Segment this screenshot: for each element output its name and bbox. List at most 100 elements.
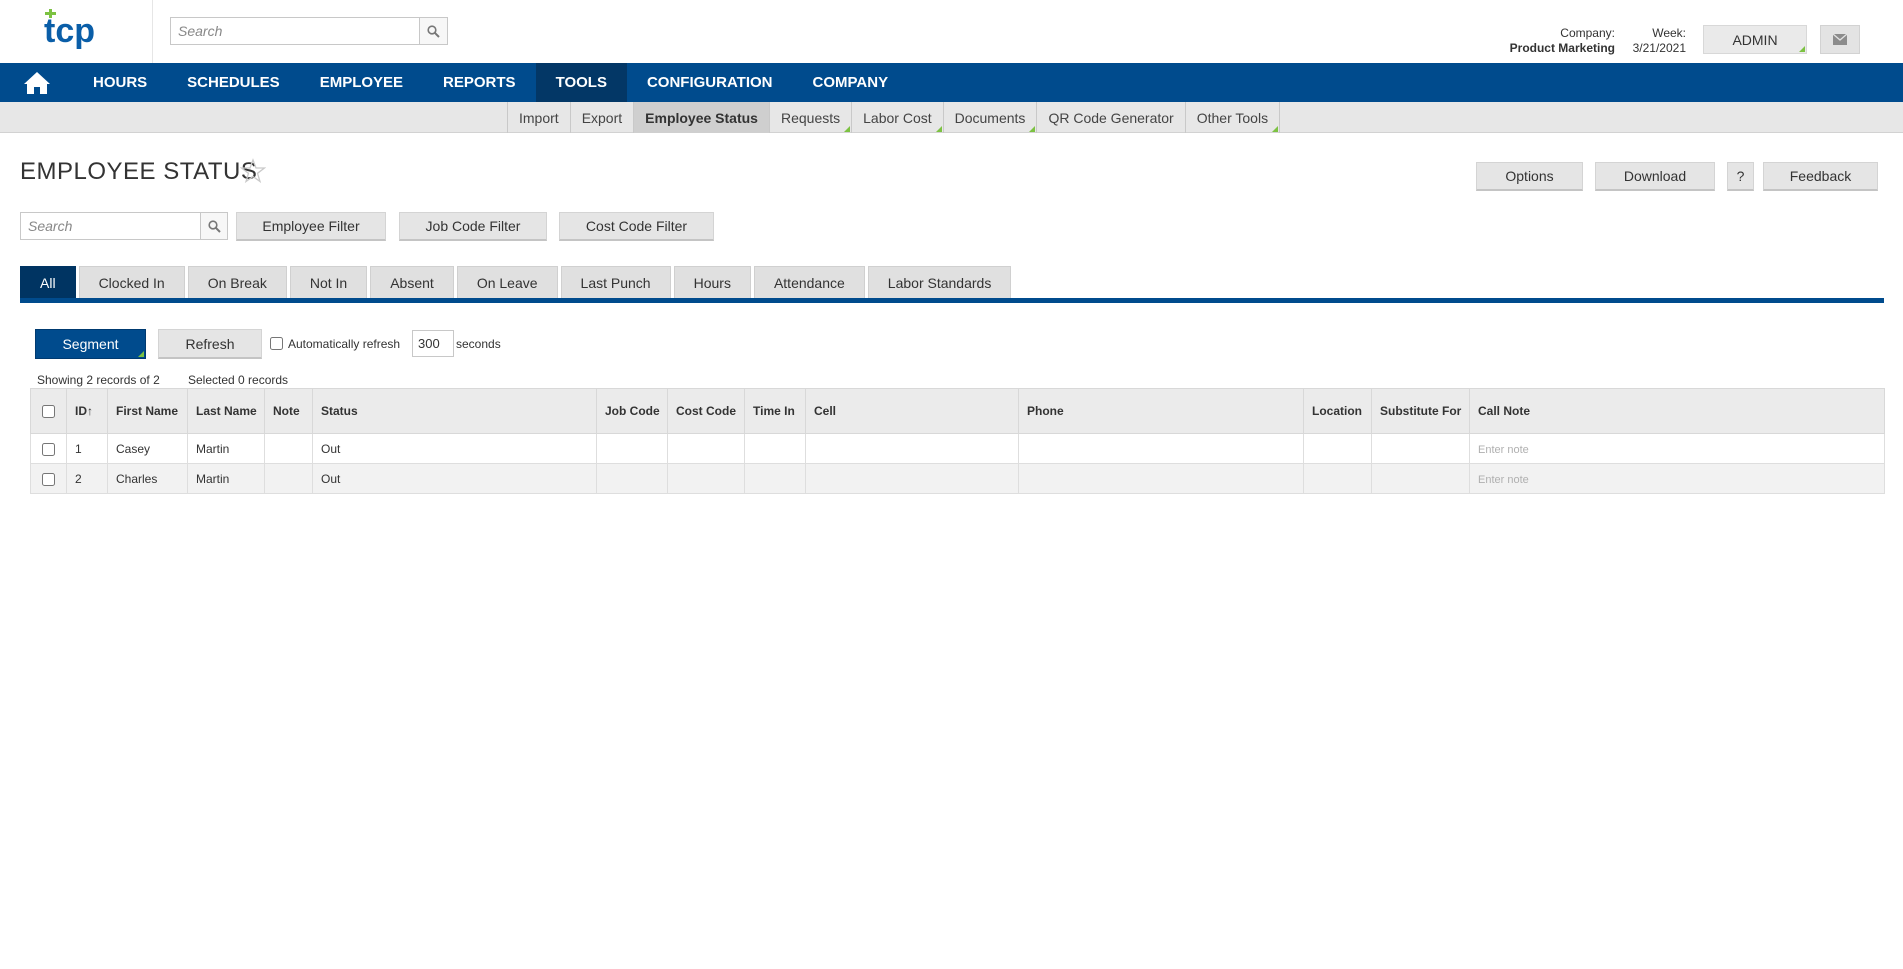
cell-cell (805, 433, 1019, 464)
employee-filter-button[interactable]: Employee Filter (236, 212, 386, 241)
subnav-qr-code-generator-label: QR Code Generator (1048, 109, 1174, 126)
col-status[interactable]: Status (312, 388, 597, 434)
col-note[interactable]: Note (264, 388, 313, 434)
cell-id: 1 (66, 433, 108, 464)
tab-attendance[interactable]: Attendance (753, 266, 865, 298)
cell-call-note (1469, 463, 1885, 494)
col-call-note[interactable]: Call Note (1469, 388, 1885, 434)
row-select-checkbox[interactable] (42, 442, 55, 456)
company-label: Company: (1560, 26, 1615, 40)
nav-employee[interactable]: EMPLOYEE (300, 63, 423, 102)
table-row[interactable]: 1 Casey Martin Out (30, 433, 1885, 464)
nav-configuration[interactable]: CONFIGURATION (627, 63, 793, 102)
col-first-name[interactable]: First Name (107, 388, 188, 434)
call-note-input[interactable] (1478, 443, 1876, 456)
tab-labor-standards[interactable]: Labor Standards (867, 266, 1012, 298)
table-row[interactable]: 2 Charles Martin Out (30, 463, 1885, 494)
subnav-import[interactable]: Import (508, 102, 571, 133)
messages-button[interactable] (1820, 25, 1860, 54)
cell-status: Out (312, 463, 597, 494)
cell-location (1303, 463, 1372, 494)
nav-tools[interactable]: TOOLS (535, 63, 627, 102)
col-last-name[interactable]: Last Name (187, 388, 265, 434)
home-button[interactable] (0, 63, 73, 102)
subnav-requests[interactable]: Requests (770, 102, 853, 133)
cell-phone (1018, 463, 1304, 494)
tab-not-in[interactable]: Not In (289, 266, 368, 298)
col-substitute-for[interactable]: Substitute For (1371, 388, 1470, 434)
tab-all[interactable]: All (20, 266, 76, 298)
select-all-header (30, 388, 67, 434)
favorite-star-icon[interactable] (240, 158, 266, 184)
table-header-row: ID↑ First Name Last Name Note Status Job… (30, 388, 1885, 434)
cell-job-code (596, 463, 668, 494)
nav-hours[interactable]: HOURS (73, 63, 167, 102)
col-id[interactable]: ID↑ (66, 388, 108, 434)
cell-first-name: Charles (107, 463, 188, 494)
user-menu-button[interactable]: ADMIN (1703, 25, 1807, 54)
tab-last-punch[interactable]: Last Punch (560, 266, 671, 298)
employee-search-input[interactable] (20, 212, 201, 240)
nav-schedules[interactable]: SCHEDULES (167, 63, 300, 102)
col-cell[interactable]: Cell (805, 388, 1019, 434)
week-label: Week: (1652, 26, 1686, 40)
tcp-logo[interactable]: tcp (44, 8, 104, 52)
user-menu-label: ADMIN (1732, 31, 1778, 48)
subnav-export-label: Export (581, 109, 623, 126)
row-select-checkbox[interactable] (42, 472, 55, 486)
employee-status-table: ID↑ First Name Last Name Note Status Job… (30, 388, 1885, 494)
tab-clocked-in[interactable]: Clocked In (78, 266, 185, 298)
col-location[interactable]: Location (1303, 388, 1372, 434)
cell-time-in (744, 433, 806, 464)
home-icon (23, 71, 50, 94)
subnav-labor-cost[interactable]: Labor Cost (852, 102, 944, 133)
cell-note (264, 433, 313, 464)
help-button[interactable]: ? (1727, 162, 1754, 191)
subnav-export[interactable]: Export (571, 102, 635, 133)
tab-on-break[interactable]: On Break (187, 266, 287, 298)
options-button[interactable]: Options (1476, 162, 1583, 191)
col-job-code[interactable]: Job Code (596, 388, 668, 434)
cost-code-filter-button[interactable]: Cost Code Filter (559, 212, 714, 241)
job-code-filter-button[interactable]: Job Code Filter (399, 212, 547, 241)
cell-time-in (744, 463, 806, 494)
segment-button[interactable]: Segment (35, 329, 146, 359)
col-time-in[interactable]: Time In (744, 388, 806, 434)
tab-absent[interactable]: Absent (370, 266, 454, 298)
search-icon (207, 219, 221, 233)
tab-on-leave[interactable]: On Leave (456, 266, 558, 298)
submenu-indicator (844, 126, 851, 132)
refresh-interval-input[interactable] (412, 330, 454, 357)
refresh-button[interactable]: Refresh (158, 329, 262, 359)
global-search-input[interactable] (170, 17, 420, 45)
cell-last-name: Martin (187, 463, 265, 494)
auto-refresh-checkbox[interactable] (270, 337, 283, 350)
col-phone[interactable]: Phone (1018, 388, 1304, 434)
global-search-button[interactable] (419, 17, 448, 45)
sub-navigation: Import Export Employee Status Requests L… (0, 102, 1903, 133)
feedback-button[interactable]: Feedback (1763, 162, 1878, 191)
cell-last-name: Martin (187, 433, 265, 464)
tab-underline (20, 298, 1884, 303)
seconds-label: seconds (456, 337, 501, 351)
subnav-employee-status[interactable]: Employee Status (634, 102, 770, 133)
cell-cost-code (667, 433, 745, 464)
employee-search-button[interactable] (200, 212, 228, 240)
auto-refresh-label: Automatically refresh (288, 337, 401, 351)
cell-job-code (596, 433, 668, 464)
subnav-qr-code-generator[interactable]: QR Code Generator (1037, 102, 1186, 133)
call-note-input[interactable] (1478, 473, 1876, 486)
col-cost-code[interactable]: Cost Code (667, 388, 745, 434)
mail-icon (1833, 34, 1847, 45)
nav-reports[interactable]: REPORTS (423, 63, 536, 102)
subnav-documents-label: Documents (954, 109, 1026, 126)
select-all-checkbox[interactable] (42, 405, 55, 419)
subnav-employee-status-label: Employee Status (645, 109, 758, 126)
subnav-other-tools[interactable]: Other Tools (1186, 102, 1281, 133)
tab-hours[interactable]: Hours (673, 266, 751, 298)
status-tabs: All Clocked In On Break Not In Absent On… (20, 266, 1012, 298)
submenu-indicator (1029, 126, 1036, 132)
nav-company[interactable]: COMPANY (793, 63, 909, 102)
download-button[interactable]: Download (1595, 162, 1715, 191)
subnav-documents[interactable]: Documents (944, 102, 1038, 133)
